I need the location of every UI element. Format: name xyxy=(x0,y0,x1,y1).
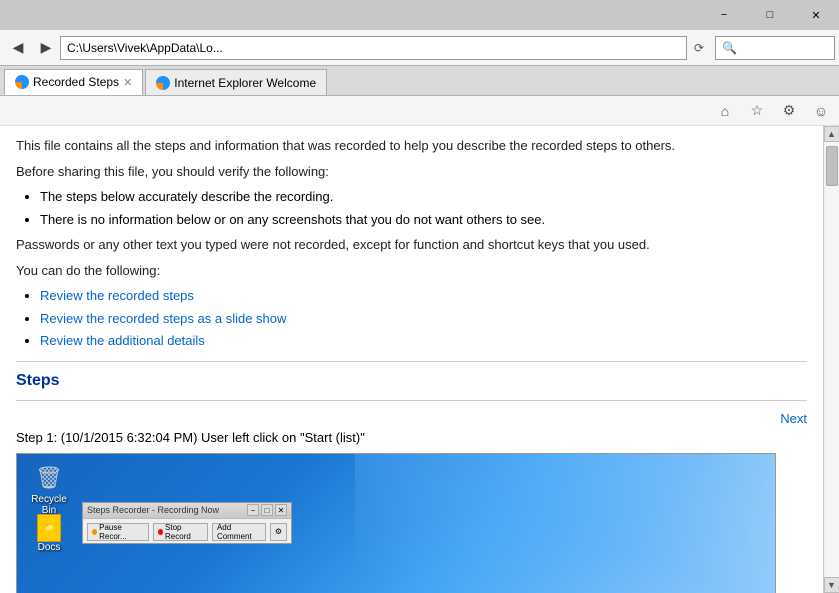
popup-close-btn[interactable]: ✕ xyxy=(275,504,287,516)
stop-record-btn[interactable]: Stop Record xyxy=(153,523,208,541)
recycle-bin-icon: 🗑 Recycle Bin xyxy=(25,462,73,516)
pause-record-btn[interactable]: Pause Recor... xyxy=(87,523,149,541)
recycle-bin-label: Recycle Bin xyxy=(25,494,73,516)
docs-folder-graphic: 📁 xyxy=(37,514,61,542)
steps-heading: Steps xyxy=(16,372,807,390)
minimize-button[interactable]: − xyxy=(701,0,747,30)
add-comment-btn[interactable]: Add Comment xyxy=(212,523,266,541)
main-content: This file contains all the steps and inf… xyxy=(0,126,823,593)
tab-recorded-steps[interactable]: Recorded Steps ✕ xyxy=(4,69,143,95)
links-list: Review the recorded steps Review the rec… xyxy=(40,286,807,351)
intro-text: This file contains all the steps and inf… xyxy=(16,136,807,156)
title-bar: − □ ✕ xyxy=(0,0,839,30)
docs-folder-icon: 📁 Docs xyxy=(25,514,73,553)
ie-icon xyxy=(15,75,29,89)
popup-controls: − □ ✕ xyxy=(247,504,287,516)
tab-close-icon[interactable]: ✕ xyxy=(123,76,132,89)
close-button[interactable]: ✕ xyxy=(793,0,839,30)
step1-label: Step 1: (10/1/2015 6:32:04 PM) xyxy=(16,430,197,445)
review-slideshow-link[interactable]: Review the recorded steps as a slide sho… xyxy=(40,311,286,326)
docs-folder-label: Docs xyxy=(38,542,61,553)
desktop-background: 🗑 Recycle Bin 📁 Docs Steps Recorder - Re… xyxy=(17,454,775,593)
next-link[interactable]: Next xyxy=(780,411,807,426)
popup-title-text: Steps Recorder - Recording Now xyxy=(87,505,219,515)
divider-2 xyxy=(16,400,807,401)
popup-body: Pause Recor... Stop Record Add Comment ⚙ xyxy=(83,519,291,545)
address-input[interactable] xyxy=(60,36,687,60)
list-item-review-slideshow: Review the recorded steps as a slide sho… xyxy=(40,309,807,329)
search-input[interactable] xyxy=(715,36,835,60)
pause-dot-icon xyxy=(92,529,97,535)
back-button[interactable]: ◀ xyxy=(4,34,32,62)
add-comment-label: Add Comment xyxy=(217,523,261,541)
pause-record-label: Pause Recor... xyxy=(99,523,144,541)
vertical-scrollbar[interactable]: ▲ ▼ xyxy=(823,126,839,593)
maximize-button[interactable]: □ xyxy=(747,0,793,30)
smiley-button[interactable]: ☺ xyxy=(807,98,835,124)
refresh-icon[interactable]: ⟳ xyxy=(687,36,711,60)
popup-title-bar: Steps Recorder - Recording Now − □ ✕ xyxy=(83,503,291,519)
step1-screenshot: 🗑 Recycle Bin 📁 Docs Steps Recorder - Re… xyxy=(16,453,776,593)
can-do-text: You can do the following: xyxy=(16,261,807,281)
step1-header: Step 1: (10/1/2015 6:32:04 PM) User left… xyxy=(16,430,807,445)
step1-action: User left click on "Start (list)" xyxy=(197,430,364,445)
popup-maximize-btn[interactable]: □ xyxy=(261,504,273,516)
scroll-down-arrow[interactable]: ▼ xyxy=(824,577,839,593)
scroll-up-arrow[interactable]: ▲ xyxy=(824,126,839,142)
toolbar: ⌂ ☆ ⚙ ☺ xyxy=(0,96,839,126)
popup-settings-btn[interactable]: ⚙ xyxy=(270,523,287,541)
verify-heading: Before sharing this file, you should ver… xyxy=(16,162,807,182)
recycle-bin-graphic: 🗑 xyxy=(35,462,63,494)
address-bar: ◀ ▶ ⟳ xyxy=(0,30,839,66)
content-wrapper: This file contains all the steps and inf… xyxy=(0,126,839,593)
list-item-review-steps: Review the recorded steps xyxy=(40,286,807,306)
steps-recorder-popup: Steps Recorder - Recording Now − □ ✕ Pau… xyxy=(82,502,292,544)
light-ray xyxy=(355,454,775,593)
step-navigation: Next xyxy=(16,411,807,426)
scroll-thumb[interactable] xyxy=(826,146,838,186)
window-controls: − □ ✕ xyxy=(701,0,839,30)
scroll-track[interactable] xyxy=(825,142,839,577)
password-note: Passwords or any other text you typed we… xyxy=(16,235,807,255)
stop-dot-icon xyxy=(158,529,163,535)
favorites-button[interactable]: ☆ xyxy=(743,98,771,124)
tab-recorded-steps-label: Recorded Steps xyxy=(33,75,119,89)
review-details-link[interactable]: Review the additional details xyxy=(40,333,205,348)
verify-item-2: There is no information below or on any … xyxy=(40,210,807,230)
tab-bar: Recorded Steps ✕ Internet Explorer Welco… xyxy=(0,66,839,96)
divider-1 xyxy=(16,361,807,362)
settings-button[interactable]: ⚙ xyxy=(775,98,803,124)
verify-list: The steps below accurately describe the … xyxy=(40,187,807,229)
home-button[interactable]: ⌂ xyxy=(711,98,739,124)
tab-ie-welcome[interactable]: Internet Explorer Welcome xyxy=(145,69,327,95)
tab-ie-welcome-label: Internet Explorer Welcome xyxy=(174,76,316,90)
list-item-review-details: Review the additional details xyxy=(40,331,807,351)
forward-button[interactable]: ▶ xyxy=(32,34,60,62)
popup-minimize-btn[interactable]: − xyxy=(247,504,259,516)
stop-record-label: Stop Record xyxy=(165,523,203,541)
review-steps-link[interactable]: Review the recorded steps xyxy=(40,288,194,303)
ie-icon-2 xyxy=(156,76,170,90)
verify-item-1: The steps below accurately describe the … xyxy=(40,187,807,207)
